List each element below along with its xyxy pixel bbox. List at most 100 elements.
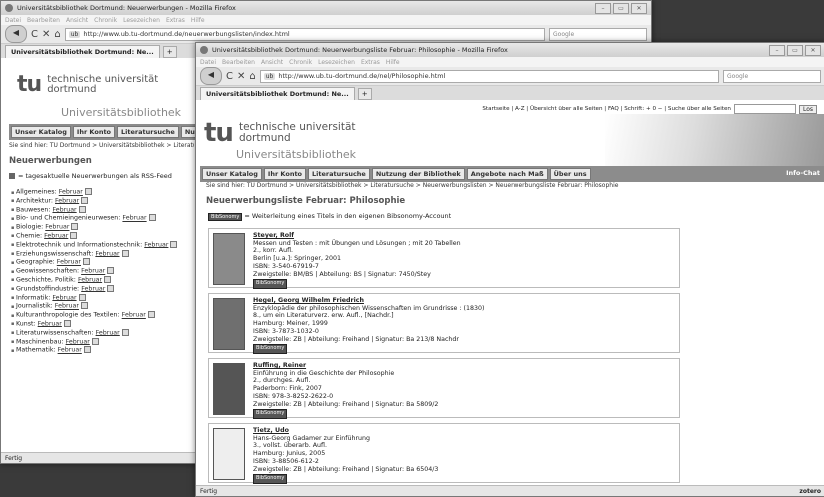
menu-hilfe[interactable]: Hilfe	[191, 17, 205, 24]
rss-mini-icon[interactable]	[170, 240, 178, 248]
rss-mini-icon[interactable]	[121, 328, 129, 336]
minimize-button[interactable]: –	[595, 2, 611, 14]
back-button[interactable]: ◀	[200, 67, 222, 85]
nav-nutzung-der-bibliothek[interactable]: Nutzung der Bibliothek	[371, 168, 465, 180]
site-identity-badge[interactable]: ub	[263, 72, 276, 80]
menu-extras[interactable]: Extras	[361, 59, 380, 66]
subject-link[interactable]: Februar	[45, 224, 69, 231]
subject-link[interactable]: Februar	[44, 232, 68, 239]
reload-icon[interactable]: C	[31, 29, 38, 40]
stop-icon[interactable]: ✕	[237, 71, 245, 82]
rss-mini-icon[interactable]	[70, 231, 78, 239]
new-tab-button[interactable]: +	[162, 46, 177, 58]
rss-mini-icon[interactable]	[121, 249, 129, 257]
nav-ihr-konto[interactable]: Ihr Konto	[263, 168, 307, 180]
rss-mini-icon[interactable]	[148, 214, 156, 222]
close-button[interactable]: ✕	[631, 2, 647, 14]
search-input[interactable]: Google	[549, 27, 647, 41]
rss-mini-icon[interactable]	[80, 302, 88, 310]
menu-extras[interactable]: Extras	[166, 17, 185, 24]
rss-mini-icon[interactable]	[78, 293, 86, 301]
rss-mini-icon[interactable]	[104, 275, 112, 283]
search-input[interactable]: Google	[723, 69, 821, 83]
book-cover-image[interactable]	[213, 363, 245, 415]
menu-datei[interactable]: Datei	[5, 17, 21, 24]
nav-unser-katalog[interactable]: Unser Katalog	[202, 168, 262, 180]
url-bar[interactable]: ub http://www.ub.tu-dortmund.de/nel/Phil…	[259, 69, 719, 83]
subject-link[interactable]: Februar	[66, 338, 90, 345]
home-icon[interactable]: ⌂	[249, 71, 255, 82]
subject-link[interactable]: Februar	[81, 285, 105, 292]
window-titlebar[interactable]: Universitätsbibliothek Dortmund: Neuerwe…	[196, 43, 824, 57]
site-identity-badge[interactable]: ub	[68, 30, 81, 38]
menu-datei[interactable]: Datei	[200, 59, 216, 66]
rss-icon[interactable]	[9, 173, 15, 179]
rss-mini-icon[interactable]	[147, 311, 155, 319]
home-icon[interactable]: ⌂	[54, 29, 60, 40]
book-author-link[interactable]: Ruffing, Reiner	[253, 362, 438, 370]
subject-link[interactable]: Februar	[144, 241, 168, 248]
bibsonomy-button[interactable]: BibSonomy	[253, 344, 288, 354]
rss-mini-icon[interactable]	[63, 319, 71, 327]
menu-lesezeichen[interactable]: Lesezeichen	[123, 17, 160, 24]
menu-lesezeichen[interactable]: Lesezeichen	[318, 59, 355, 66]
window-titlebar[interactable]: Universitätsbibliothek Dortmund: Neuerwe…	[1, 1, 651, 15]
subject-link[interactable]: Februar	[95, 250, 119, 257]
menu-chronik[interactable]: Chronik	[94, 17, 117, 24]
subject-link[interactable]: Februar	[55, 303, 79, 310]
menu-bearbeiten[interactable]: Bearbeiten	[222, 59, 255, 66]
reload-icon[interactable]: C	[226, 71, 233, 82]
subject-link[interactable]: Februar	[122, 312, 146, 319]
top-links-text[interactable]: Startseite | A-Z | Übersicht über alle S…	[482, 106, 731, 112]
rss-mini-icon[interactable]	[71, 223, 79, 231]
tab-neuerwerbungen[interactable]: Universitätsbibliothek Dortmund: Ne...	[5, 45, 160, 58]
subject-link[interactable]: Februar	[52, 294, 76, 301]
subject-link[interactable]: Februar	[52, 206, 76, 213]
menu-ansicht[interactable]: Ansicht	[66, 17, 88, 24]
subject-link[interactable]: Februar	[57, 259, 81, 266]
back-button[interactable]: ◀	[5, 25, 27, 43]
rss-mini-icon[interactable]	[107, 267, 115, 275]
menu-chronik[interactable]: Chronik	[289, 59, 312, 66]
book-cover-image[interactable]	[213, 298, 245, 350]
book-author-link[interactable]: Tietz, Udo	[253, 427, 438, 435]
browser-window-front[interactable]: Universitätsbibliothek Dortmund: Neuerwe…	[195, 42, 824, 497]
book-author-link[interactable]: Steyer, Rolf	[253, 232, 461, 240]
book-cover-image[interactable]	[213, 233, 245, 285]
nav-angebote-nach-mass[interactable]: Angebote nach Maß	[466, 168, 548, 180]
book-cover-image[interactable]	[213, 428, 245, 480]
rss-mini-icon[interactable]	[78, 205, 86, 213]
menu-bearbeiten[interactable]: Bearbeiten	[27, 17, 60, 24]
rss-mini-icon[interactable]	[81, 196, 89, 204]
nav-ueber-uns[interactable]: Über uns	[549, 168, 591, 180]
subject-link[interactable]: Februar	[122, 215, 146, 222]
subject-link[interactable]: Februar	[78, 276, 102, 283]
subject-link[interactable]: Februar	[81, 268, 105, 275]
url-bar[interactable]: ub http://www.ub.tu-dortmund.de/neuerwer…	[64, 27, 545, 41]
close-button[interactable]: ✕	[805, 44, 821, 56]
rss-mini-icon[interactable]	[83, 346, 91, 354]
tu-logo[interactable]: tu technische universität dortmund	[204, 118, 356, 148]
subject-link[interactable]: Februar	[96, 329, 120, 336]
rss-mini-icon[interactable]	[91, 337, 99, 345]
bibsonomy-badge[interactable]: BibSonomy	[208, 213, 243, 221]
maximize-button[interactable]: ▭	[613, 2, 629, 14]
subject-link[interactable]: Februar	[58, 347, 82, 354]
subject-link[interactable]: Februar	[38, 320, 62, 327]
rss-mini-icon[interactable]	[107, 284, 115, 292]
bibsonomy-button[interactable]: BibSonomy	[253, 409, 288, 419]
bibsonomy-button[interactable]: BibSonomy	[253, 279, 288, 289]
info-chat-link[interactable]: Info-Chat	[783, 168, 823, 180]
new-tab-button[interactable]: +	[357, 88, 372, 100]
nav-literatursuche[interactable]: Literatursuche	[117, 126, 179, 138]
menu-hilfe[interactable]: Hilfe	[386, 59, 400, 66]
rss-mini-icon[interactable]	[82, 258, 90, 266]
rss-mini-icon[interactable]	[84, 188, 92, 195]
book-author-link[interactable]: Hegel, Georg Wilhelm Friedrich	[253, 297, 484, 305]
maximize-button[interactable]: ▭	[787, 44, 803, 56]
nav-unser-katalog[interactable]: Unser Katalog	[11, 126, 71, 138]
stop-icon[interactable]: ✕	[42, 29, 50, 40]
menu-ansicht[interactable]: Ansicht	[261, 59, 283, 66]
site-search-button[interactable]: Los	[798, 104, 817, 114]
nav-literatursuche[interactable]: Literatursuche	[308, 168, 370, 180]
